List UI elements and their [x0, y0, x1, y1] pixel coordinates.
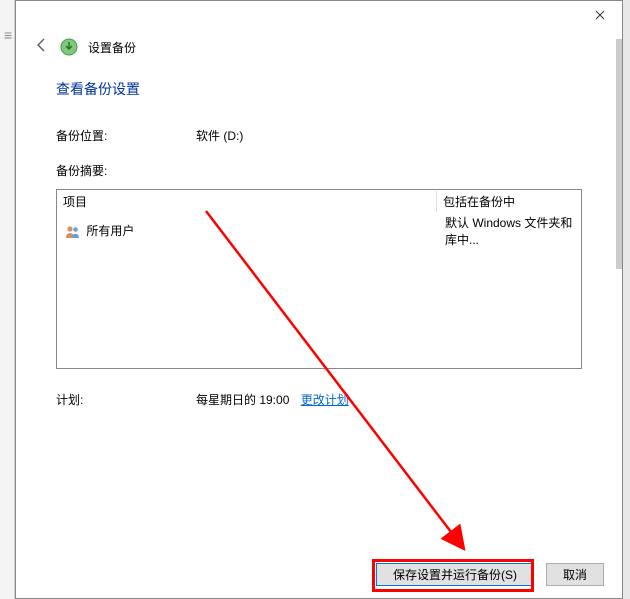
background-edge: ≡ — [0, 0, 15, 599]
list-item-text: 所有用户 — [86, 224, 134, 238]
column-item[interactable]: 项目 — [57, 191, 437, 212]
list-item-included: 默认 Windows 文件夹和库中... — [441, 213, 577, 249]
backup-location-row: 备份位置: 软件 (D:) — [56, 127, 582, 144]
list-header: 项目 包括在备份中 — [57, 190, 581, 212]
backup-summary-label: 备份摘要: — [56, 162, 582, 179]
dialog-window: 设置备份 查看备份设置 备份位置: 软件 (D:) 备份摘要: 项目 包括在备份… — [15, 0, 623, 599]
backup-location-value: 软件 (D:) — [196, 127, 243, 144]
header: 设置备份 — [16, 31, 622, 69]
back-button[interactable] — [34, 37, 50, 57]
back-arrow-icon — [34, 37, 50, 53]
schedule-value: 每星期日的 19:00 更改计划 — [196, 391, 349, 408]
page-title: 查看备份设置 — [56, 79, 582, 99]
schedule-label: 计划: — [56, 391, 196, 408]
list-item-name: 所有用户 — [61, 221, 441, 241]
summary-list: 项目 包括在备份中 所有用户 默认 Windows 文件夹和库中.. — [56, 189, 582, 369]
content-area: 查看备份设置 备份位置: 软件 (D:) 备份摘要: 项目 包括在备份中 — [16, 69, 622, 408]
users-icon — [65, 224, 81, 240]
column-included[interactable]: 包括在备份中 — [437, 191, 581, 212]
titlebar — [16, 1, 622, 31]
footer: 保存设置并运行备份(S) 取消 — [376, 563, 604, 586]
header-title: 设置备份 — [88, 39, 136, 56]
close-icon — [595, 10, 605, 20]
schedule-row: 计划: 每星期日的 19:00 更改计划 — [56, 391, 582, 408]
change-schedule-link[interactable]: 更改计划 — [301, 393, 349, 407]
backup-location-label: 备份位置: — [56, 127, 196, 144]
cancel-button[interactable]: 取消 — [546, 563, 604, 586]
scrollbar[interactable] — [616, 39, 622, 269]
close-button[interactable] — [577, 1, 622, 29]
list-item[interactable]: 所有用户 默认 Windows 文件夹和库中... — [57, 212, 581, 250]
save-run-button[interactable]: 保存设置并运行备份(S) — [376, 563, 534, 586]
schedule-text: 每星期日的 19:00 — [196, 393, 289, 407]
backup-icon — [60, 38, 78, 56]
